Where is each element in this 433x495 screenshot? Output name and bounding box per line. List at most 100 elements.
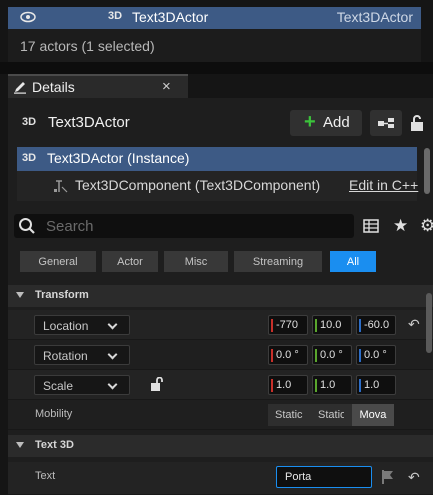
component-row[interactable]: Text3DComponent (Text3DComponent) Edit i…	[17, 171, 418, 201]
pencil-icon	[14, 82, 26, 94]
search-input[interactable]	[46, 216, 346, 236]
rotation-y-value: 0.0 °	[320, 349, 343, 361]
chevron-down-icon	[107, 319, 118, 330]
scale-y-value: 1.0	[320, 379, 336, 391]
outliner-selected-row[interactable]: 3D Text3DActor Text3DActor	[8, 7, 421, 29]
property-matrix-icon[interactable]	[363, 219, 379, 233]
y-axis-marker	[315, 379, 317, 392]
star-icon[interactable]: ★	[393, 216, 408, 236]
text-input[interactable]: Porta	[276, 466, 372, 488]
tab-bar	[0, 62, 433, 74]
property-row-rotation: Rotation 0.0 ° 0.0 ° 0.0 °	[8, 340, 433, 370]
location-z-field[interactable]: -60.0	[356, 315, 396, 335]
lock-icon[interactable]	[410, 115, 424, 131]
tab-details[interactable]: Details ×	[8, 74, 188, 98]
rotation-z-value: 0.0 °	[364, 349, 387, 361]
location-y-value: 10.0	[320, 319, 342, 331]
component-instance-row[interactable]: 3D Text3DActor (Instance)	[17, 147, 417, 171]
filter-streaming[interactable]: Streaming	[234, 251, 322, 272]
mobility-static-label: Static	[275, 409, 303, 421]
property-row-text: Text Porta ↶	[8, 462, 433, 495]
scale-label: Scale	[43, 379, 74, 393]
add-component-button[interactable]: + Add	[290, 110, 362, 136]
location-x-field[interactable]: -770	[268, 315, 308, 335]
filter-general[interactable]: General	[20, 251, 96, 272]
collapse-arrow-icon	[16, 292, 24, 298]
rotation-x-value: 0.0 °	[276, 349, 299, 361]
y-axis-marker	[315, 349, 317, 362]
scale-x-field[interactable]: 1.0	[268, 375, 308, 395]
property-row-mobility: Mobility Static Stationary Movable	[8, 400, 433, 430]
location-label: Location	[43, 319, 89, 333]
header-type-badge: 3D	[22, 116, 37, 128]
collapse-arrow-icon	[16, 442, 24, 448]
component-label: Text3DComponent (Text3DComponent)	[75, 177, 321, 193]
close-icon[interactable]: ×	[162, 78, 171, 95]
section-transform[interactable]: Transform	[8, 285, 433, 307]
scale-z-field[interactable]: 1.0	[356, 375, 396, 395]
x-axis-marker	[271, 319, 273, 332]
text3d-component-icon	[54, 180, 68, 193]
location-dropdown[interactable]: Location	[34, 315, 130, 335]
details-scrollbar[interactable]	[426, 293, 432, 353]
location-y-field[interactable]: 10.0	[312, 315, 352, 335]
unlock-icon[interactable]	[151, 377, 163, 392]
filter-misc[interactable]: Misc	[164, 251, 228, 272]
location-z-value: -60.0	[364, 319, 390, 331]
rotation-y-field[interactable]: 0.0 °	[312, 345, 352, 365]
chevron-down-icon	[107, 379, 118, 390]
location-x-value: -770	[276, 319, 299, 331]
mobility-stationary-button[interactable]: Stationary	[310, 404, 352, 426]
x-axis-marker	[271, 349, 273, 362]
scale-x-value: 1.0	[276, 379, 292, 391]
blueprint-button[interactable]	[370, 110, 402, 136]
scale-z-value: 1.0	[364, 379, 380, 391]
reset-text-icon[interactable]: ↶	[408, 469, 420, 486]
add-label: Add	[323, 114, 350, 131]
actor-type-badge: 3D	[108, 10, 123, 22]
mobility-stationary-label: Stationary	[318, 409, 344, 421]
instance-type-badge: 3D	[22, 152, 37, 164]
header-actor-name: Text3DActor	[48, 114, 130, 131]
text-label: Text	[35, 470, 56, 482]
blueprint-icon	[378, 118, 394, 128]
z-axis-marker	[359, 319, 361, 332]
rotation-x-field[interactable]: 0.0 °	[268, 345, 308, 365]
components-scrollbar[interactable]	[424, 148, 430, 194]
chevron-down-icon	[107, 349, 118, 360]
y-axis-marker	[315, 319, 317, 332]
filter-actor[interactable]: Actor	[102, 251, 158, 272]
actor-name: Text3DActor	[132, 9, 209, 25]
reset-location-icon[interactable]: ↶	[408, 316, 420, 333]
section-text3d[interactable]: Text 3D	[8, 435, 433, 457]
property-row-scale: Scale 1.0 1.0 1.0	[8, 370, 433, 400]
search-box[interactable]	[14, 214, 354, 238]
mobility-movable-label: Movable	[359, 409, 387, 421]
eye-icon[interactable]	[20, 11, 36, 23]
mobility-movable-button[interactable]: Movable	[352, 404, 394, 426]
plus-icon: +	[304, 111, 316, 133]
text-value: Porta	[285, 471, 312, 483]
section-text3d-label: Text 3D	[35, 439, 74, 451]
z-axis-marker	[359, 379, 361, 392]
section-transform-label: Transform	[35, 289, 89, 301]
filter-all[interactable]: All	[330, 251, 376, 272]
x-axis-marker	[271, 379, 273, 392]
search-icon	[19, 218, 35, 234]
gear-icon[interactable]: ⚙	[420, 216, 433, 236]
rotation-z-field[interactable]: 0.0 °	[356, 345, 396, 365]
outliner-status-bar: 17 actors (1 selected)	[8, 29, 421, 62]
flag-icon[interactable]	[381, 469, 395, 484]
property-row-location: Location -770 10.0 -60.0 ↶	[8, 310, 433, 340]
scale-y-field[interactable]: 1.0	[312, 375, 352, 395]
tab-details-label: Details	[32, 79, 75, 95]
rotation-dropdown[interactable]: Rotation	[34, 345, 130, 365]
instance-label: Text3DActor (Instance)	[47, 150, 190, 166]
actor-type: Text3DActor	[336, 9, 413, 25]
scale-dropdown[interactable]: Scale	[34, 375, 130, 395]
edit-in-cpp-link[interactable]: Edit in C++	[349, 177, 418, 193]
mobility-static-button[interactable]: Static	[268, 404, 310, 426]
actor-count: 17 actors (1 selected)	[20, 38, 155, 54]
rotation-label: Rotation	[43, 349, 88, 363]
mobility-label: Mobility	[35, 408, 73, 420]
